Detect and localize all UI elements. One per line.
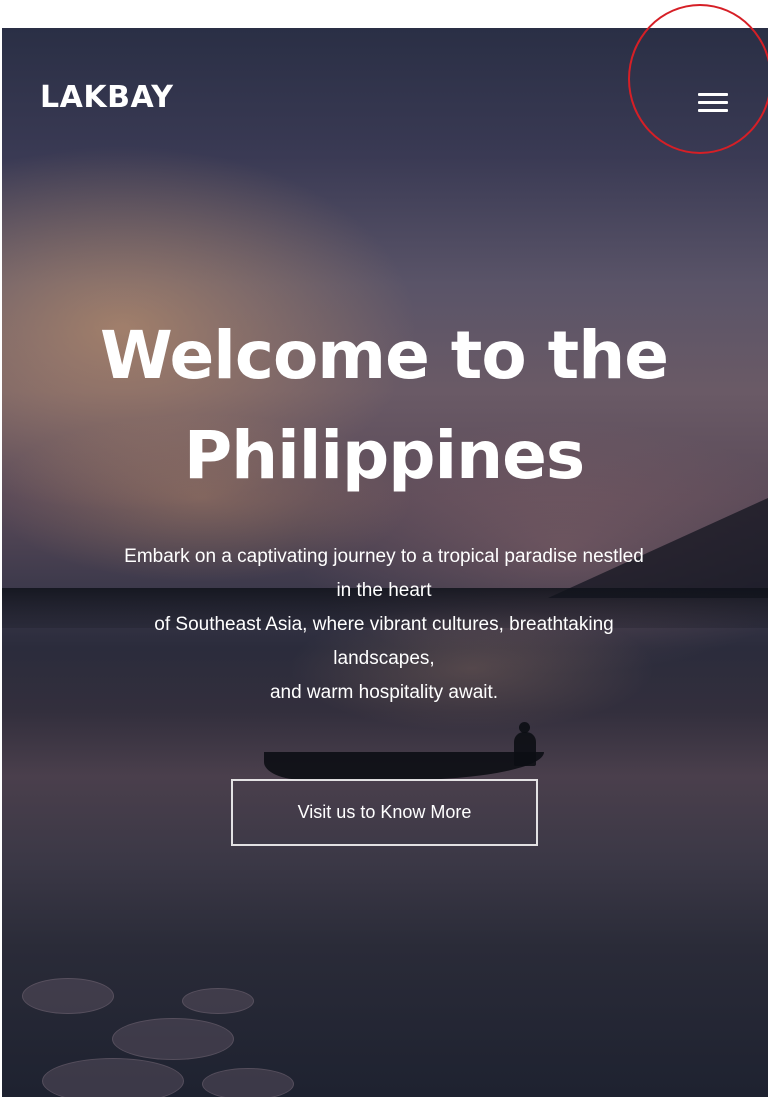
hero-description-line: landscapes,	[333, 648, 435, 669]
hero-title-line: Philippines	[183, 417, 585, 494]
menu-bar	[698, 109, 728, 112]
lily-pad	[202, 1068, 294, 1097]
hamburger-menu-icon[interactable]	[694, 88, 732, 118]
boat-silhouette	[264, 752, 544, 780]
hero-title: Welcome to the Philippines	[34, 306, 734, 506]
page: LAKBAY Welcome to the Philippines Embark…	[0, 0, 768, 1097]
visit-us-button[interactable]: Visit us to Know More	[231, 779, 538, 846]
lily-pad	[182, 988, 254, 1014]
lily-pad	[42, 1058, 184, 1097]
site-logo[interactable]: LAKBAY	[40, 80, 174, 115]
lily-pad	[22, 978, 114, 1014]
menu-bar	[698, 101, 728, 104]
hero-description: Embark on a captivating journey to a tro…	[44, 540, 724, 710]
hero-description-line: and warm hospitality await.	[269, 682, 499, 703]
menu-bar	[698, 93, 728, 96]
boatman-silhouette	[514, 722, 536, 766]
hero-description-line: in the heart	[336, 580, 432, 601]
lily-pad	[112, 1018, 234, 1060]
hero-description-line: Embark on a captivating journey to a tro…	[124, 546, 644, 567]
hero-description-line: of Southeast Asia, where vibrant culture…	[154, 614, 614, 635]
hero-title-line: Welcome to the	[100, 317, 669, 394]
